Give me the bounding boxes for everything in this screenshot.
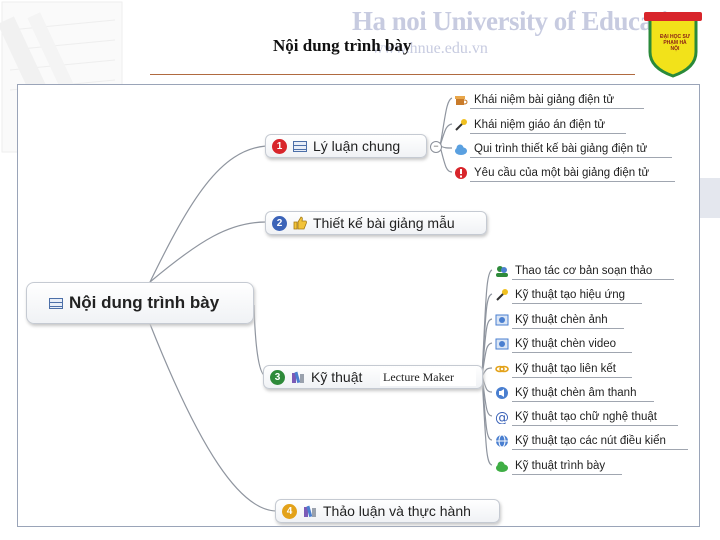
branch-thao-luan-va-thuc-hanh[interactable]: 4 Thảo luận và thực hành xyxy=(275,499,500,523)
svg-text:@: @ xyxy=(495,410,509,424)
lecture-maker-caption: Lecture Maker xyxy=(380,368,476,386)
branch-label: Lý luận chung xyxy=(313,138,401,154)
leaf-label: Kỹ thuật trình bày xyxy=(515,460,606,472)
leaf-yeu-cau[interactable]: Yêu cầu của một bài giảng điện tử xyxy=(452,164,649,182)
branch-label: Thảo luận và thực hành xyxy=(323,503,471,519)
leaf-underline xyxy=(512,377,632,378)
leaf-underline xyxy=(512,474,622,475)
leaf-label: Qui trình thiết kế bài giảng điện tử xyxy=(474,143,648,155)
speaker-icon xyxy=(496,387,508,399)
leaf-underline xyxy=(512,352,632,353)
red-alert-icon xyxy=(455,167,467,179)
leaf-qui-trinh-thiet-ke[interactable]: Qui trình thiết kế bài giảng điện tử xyxy=(452,140,647,158)
leaf-label: Thao tác cơ bản soạn thảo xyxy=(515,265,653,277)
leaf-label: Khái niệm bài giảng điện tử xyxy=(474,94,615,106)
books-icon xyxy=(292,371,304,384)
table-icon xyxy=(293,140,307,152)
link-icon xyxy=(495,365,509,373)
leaf-ky-thuat-trinh-bay[interactable]: Kỹ thuật trình bày xyxy=(493,457,605,475)
globe-icon xyxy=(496,434,508,448)
magic-wand-icon xyxy=(455,119,467,131)
collapse-toggle-icon[interactable]: − xyxy=(430,141,442,153)
leaf-underline xyxy=(512,425,678,426)
leaf-ky-thuat-chu-nghe-thuat[interactable]: @ Kỹ thuật tạo chữ nghệ thuật xyxy=(493,408,657,426)
leaf-underline xyxy=(512,401,654,402)
leaf-label: Kỹ thuật tạo liên kết xyxy=(515,363,617,375)
branch-label: Kỹ thuật xyxy=(311,369,363,385)
leaf-khai-niem-giao-an[interactable]: Khái niệm giáo án điện tử xyxy=(452,116,605,134)
branch-label: Thiết kế bài giảng mẫu xyxy=(313,215,455,231)
central-topic-label: Nội dung trình bày xyxy=(69,293,220,312)
central-topic[interactable]: Nội dung trình bày xyxy=(26,282,254,324)
at-sign-icon: @ xyxy=(495,410,509,424)
branch-thiet-ke-bai-giang-mau[interactable]: 2 Thiết kế bài giảng mẫu xyxy=(265,211,487,235)
branch-number-badge: 3 xyxy=(270,369,285,385)
leaf-label: Kỹ thuật chèn ảnh xyxy=(515,314,608,326)
leaf-label: Khái niệm giáo án điện tử xyxy=(474,119,606,131)
leaf-underline xyxy=(512,279,674,280)
leaf-ky-thuat-hieu-ung[interactable]: Kỹ thuật tạo hiệu ứng xyxy=(493,286,625,304)
books-icon xyxy=(304,505,316,518)
leaf-label: Yêu cầu của một bài giảng điện tử xyxy=(474,167,650,179)
green-cloud-icon xyxy=(496,461,508,472)
leaf-label: Kỹ thuật chèn video xyxy=(515,338,617,350)
branch-number-badge: 2 xyxy=(272,215,287,231)
magic-wand-icon xyxy=(496,289,508,301)
caption-text: Lecture Maker xyxy=(383,370,454,384)
cloud-icon xyxy=(455,144,467,155)
branch-ly-luan-chung[interactable]: 1 Lý luận chung xyxy=(265,134,427,158)
leaf-label: Kỹ thuật chèn âm thanh xyxy=(515,387,637,399)
leaf-ky-thuat-chen-video[interactable]: Kỹ thuật chèn video xyxy=(493,335,616,353)
leaf-underline xyxy=(512,303,642,304)
leaf-underline xyxy=(512,449,688,450)
users-icon xyxy=(496,266,508,277)
thumbs-up-icon xyxy=(293,216,307,230)
leaf-underline xyxy=(470,157,672,158)
leaf-ky-thuat-lien-ket[interactable]: Kỹ thuật tạo liên kết xyxy=(493,360,616,378)
leaf-ky-thuat-am-thanh[interactable]: Kỹ thuật chèn âm thanh xyxy=(493,384,636,402)
table-icon xyxy=(49,297,63,309)
video-icon xyxy=(495,338,509,350)
leaf-underline xyxy=(512,328,624,329)
leaf-khai-niem-bai-giang[interactable]: Khái niệm bài giảng điện tử xyxy=(452,91,614,109)
leaf-label: Kỹ thuật tạo hiệu ứng xyxy=(515,289,625,301)
leaf-label: Kỹ thuật tạo chữ nghệ thuật xyxy=(515,411,657,423)
leaf-underline xyxy=(470,133,626,134)
coffee-cup-icon xyxy=(455,96,468,105)
leaf-label: Kỹ thuật tạo các nút điều kiển xyxy=(515,435,666,447)
leaf-thao-tac-soan-thao[interactable]: Thao tác cơ bản soạn thảo xyxy=(493,262,652,280)
branch-number-badge: 1 xyxy=(272,138,287,154)
leaf-underline xyxy=(470,181,675,182)
leaf-ky-thuat-nut-dieu-khien[interactable]: Kỹ thuật tạo các nút điều kiển xyxy=(493,432,666,450)
leaf-underline xyxy=(470,108,644,109)
image-icon xyxy=(495,314,509,326)
branch-number-badge: 4 xyxy=(282,503,297,519)
leaf-ky-thuat-chen-anh[interactable]: Kỹ thuật chèn ảnh xyxy=(493,311,608,329)
